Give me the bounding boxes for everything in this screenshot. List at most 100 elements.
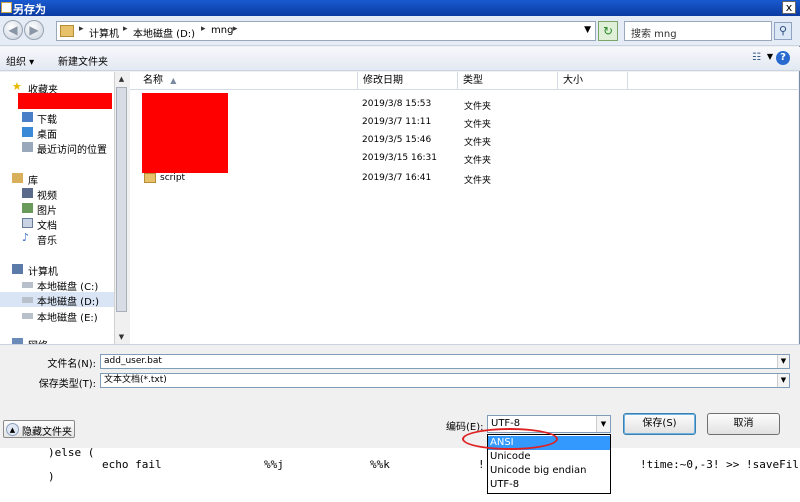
editor-line-2e: !time:~0,-3! >> !saveFil [640, 458, 799, 471]
editor-line-2a: echo fail [102, 458, 162, 471]
editor-line-2d: ! [478, 458, 485, 471]
organize-button[interactable]: 组织 ▾ [6, 53, 34, 68]
help-icon[interactable]: ? [776, 51, 790, 65]
chevron-right-icon: ▸ [233, 24, 238, 34]
nav-videos-label: 视频 [37, 191, 57, 202]
hide-folders-button[interactable]: ▲ 隐藏文件夹 [3, 420, 75, 438]
annotation-ellipse [462, 428, 558, 450]
chevron-down-icon[interactable]: ▼ [596, 416, 610, 432]
folder-icon [60, 25, 74, 37]
breadcrumb[interactable]: ▸ 计算机 ▸ 本地磁盘 (D:) ▸ mng ▸ ▼ [56, 21, 596, 41]
nav-downloads[interactable]: 下载 [0, 110, 116, 126]
close-button[interactable]: x [782, 1, 796, 14]
row-date: 2019/3/8 15:53 [362, 99, 432, 109]
save-as-dialog: 另存为 x ◀ ▶ ▸ 计算机 ▸ 本地磁盘 (D:) ▸ mng ▸ ▼ ↻ … [0, 0, 800, 448]
nav-recent-label: 最近访问的位置 [37, 145, 107, 156]
cancel-button[interactable]: 取消 [707, 413, 780, 435]
navigation-pane: ★ 收藏夹 下载 桌面 最近访问的位置 库 视频 图片 文档 ♪ 音乐 计算机 … [0, 72, 128, 344]
row-date: 2019/3/7 16:41 [362, 173, 432, 183]
row-type: 文件夹 [464, 102, 492, 112]
folder-icon [144, 173, 156, 183]
scroll-up-icon[interactable]: ▲ [115, 72, 128, 86]
nav-recent[interactable]: 最近访问的位置 [0, 140, 116, 156]
search-icon[interactable]: ⚲ [774, 22, 792, 40]
nav-documents-label: 文档 [37, 221, 57, 232]
nav-drive-c-label: 本地磁盘 (C:) [37, 282, 99, 293]
encoding-option-unicode[interactable]: Unicode [488, 450, 610, 464]
column-header: 名称 ▲ 修改日期 类型 大小 [130, 72, 798, 90]
table-row[interactable]: 2019/3/5 15:46 文件夹 [130, 132, 798, 150]
file-list: 名称 ▲ 修改日期 类型 大小 2019/3/8 15:53 文件夹 2019/… [130, 72, 798, 344]
column-date[interactable]: 修改日期 [358, 72, 458, 90]
nav-libraries[interactable]: 库 [0, 171, 116, 187]
nav-drive-d[interactable]: 本地磁盘 (D:) [0, 292, 116, 308]
hide-folders-label: 隐藏文件夹 [22, 427, 72, 438]
column-type[interactable]: 类型 [458, 72, 558, 90]
table-row[interactable]: 2019/3/8 15:53 文件夹 [130, 96, 798, 114]
filetype-select[interactable]: 文本文档(*.txt) ▼ [100, 373, 790, 388]
nav-videos[interactable]: 视频 [0, 186, 116, 202]
nav-scrollbar[interactable]: ▲ ▼ [114, 72, 128, 344]
encoding-option-utf8[interactable]: UTF-8 [488, 478, 610, 492]
table-row[interactable]: script 2019/3/7 16:41 文件夹 [130, 170, 798, 188]
view-options-icon[interactable]: ☷ [752, 52, 766, 64]
nav-documents[interactable]: 文档 [0, 216, 116, 232]
column-name[interactable]: 名称 ▲ [138, 72, 358, 90]
refresh-icon: ↻ [602, 24, 614, 38]
breadcrumb-mng[interactable]: mng [211, 25, 233, 36]
row-type: 文件夹 [464, 120, 492, 130]
library-icon [12, 173, 23, 183]
recent-places-icon [22, 142, 33, 152]
nav-network-label: 网络 [28, 337, 48, 344]
nav-music[interactable]: ♪ 音乐 [0, 231, 116, 247]
forward-button[interactable]: ▶ [24, 20, 44, 40]
chevron-down-icon[interactable]: ▼ [767, 52, 773, 61]
encoding-option-unicode-be[interactable]: Unicode big endian [488, 464, 610, 478]
breadcrumb-drive-d[interactable]: 本地磁盘 (D:) [133, 25, 195, 40]
row-date: 2019/3/15 16:31 [362, 153, 437, 163]
chevron-down-icon[interactable]: ▼ [777, 374, 789, 387]
table-row[interactable]: 2019/3/15 16:31 文件夹 [130, 150, 798, 168]
filetype-label: 保存类型(T): [38, 379, 96, 390]
editor-line-2c: %%k [370, 458, 390, 471]
download-folder-icon [22, 112, 33, 122]
nav-network[interactable]: 网络 [0, 336, 116, 344]
back-button[interactable]: ◀ [3, 20, 23, 40]
row-name: script [160, 173, 186, 183]
chevron-down-icon[interactable]: ▼ [584, 25, 591, 35]
column-size[interactable]: 大小 [558, 72, 628, 90]
breadcrumb-computer[interactable]: 计算机 [89, 25, 119, 40]
toolbar: 组织 ▾ 新建文件夹 ☷ ▼ ? [0, 47, 800, 71]
nav-computer[interactable]: 计算机 [0, 262, 116, 278]
nav-desktop[interactable]: 桌面 [0, 125, 116, 141]
filename-label: 文件名(N): [47, 359, 96, 370]
address-row: ◀ ▶ ▸ 计算机 ▸ 本地磁盘 (D:) ▸ mng ▸ ▼ ↻ 搜索 mng… [0, 16, 800, 46]
title-bar: 另存为 x [0, 0, 800, 16]
save-button[interactable]: 保存(S) [623, 413, 696, 435]
drive-icon [22, 282, 33, 288]
scrollbar-thumb[interactable] [116, 87, 127, 312]
new-folder-button[interactable]: 新建文件夹 [58, 53, 108, 68]
nav-drive-e[interactable]: 本地磁盘 (E:) [0, 308, 116, 324]
scroll-down-icon[interactable]: ▼ [115, 330, 128, 344]
search-input[interactable]: 搜索 mng [624, 21, 772, 41]
nav-drive-c[interactable]: 本地磁盘 (C:) [0, 277, 116, 293]
filetype-value: 文本文档(*.txt) [104, 375, 167, 385]
refresh-button[interactable]: ↻ [598, 21, 618, 41]
chevron-right-icon: ▸ [201, 24, 206, 34]
chevron-down-icon[interactable]: ▼ [777, 355, 789, 368]
filename-value: add_user.bat [104, 356, 162, 366]
chevron-right-icon: ▸ [123, 24, 128, 34]
redacted-block [18, 93, 112, 109]
nav-music-label: 音乐 [37, 236, 57, 247]
chevron-right-icon: ▸ [79, 24, 84, 34]
drive-icon [22, 297, 33, 303]
nav-pictures[interactable]: 图片 [0, 201, 116, 217]
nav-downloads-label: 下载 [37, 115, 57, 126]
picture-icon [22, 203, 33, 213]
table-row[interactable]: 2019/3/7 11:11 文件夹 [130, 114, 798, 132]
nav-pictures-label: 图片 [37, 206, 57, 217]
video-icon [22, 188, 33, 198]
filename-field[interactable]: add_user.bat ▼ [100, 354, 790, 369]
star-icon: ★ [12, 80, 22, 93]
